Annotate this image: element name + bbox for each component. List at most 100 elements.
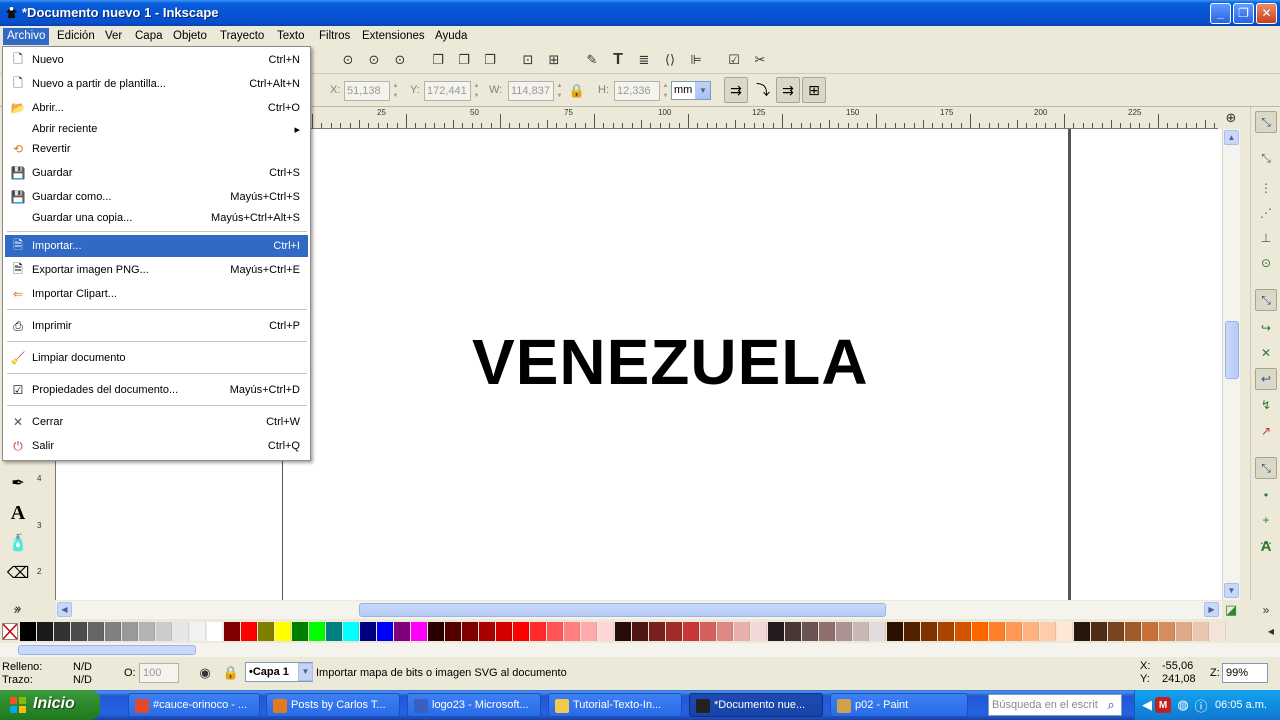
- align-distribute-icon[interactable]: ⊫: [686, 50, 706, 70]
- eraser-tool-icon[interactable]: ⌫: [6, 561, 30, 585]
- color-swatch[interactable]: [360, 622, 376, 641]
- snap-line-midpoints-icon[interactable]: ↗: [1255, 420, 1277, 442]
- snap-bbox-icon[interactable]: ⤡: [1255, 147, 1277, 169]
- h-spinner[interactable]: ▲ ▼: [661, 81, 670, 101]
- search-icon[interactable]: ⌕: [1101, 695, 1121, 715]
- clone-icon[interactable]: ❐: [454, 50, 474, 70]
- transform-gradient-icon[interactable]: ⇉: [776, 77, 800, 103]
- menu-item-abrir[interactable]: 📂 Abrir... Ctrl+O: [5, 97, 308, 119]
- transform-stroke-icon[interactable]: ⇉: [724, 77, 748, 103]
- color-swatch[interactable]: [989, 622, 1005, 641]
- menu-trayecto[interactable]: Trayecto: [216, 28, 268, 45]
- color-swatch[interactable]: [836, 622, 852, 641]
- taskbar-item-paint[interactable]: p02 - Paint: [830, 693, 968, 717]
- color-swatch[interactable]: [785, 622, 801, 641]
- color-swatch[interactable]: [122, 622, 138, 641]
- color-swatch[interactable]: [955, 622, 971, 641]
- h-field[interactable]: 12,336: [614, 81, 660, 101]
- taskbar-item-folder[interactable]: Tutorial-Texto-In...: [548, 693, 682, 717]
- text-tool-icon[interactable]: A: [6, 501, 30, 525]
- toolbox-overflow-icon[interactable]: »: [7, 601, 27, 619]
- color-swatch[interactable]: [105, 622, 121, 641]
- snap-bbox-center-icon[interactable]: ⊙: [1255, 252, 1277, 274]
- color-swatch[interactable]: [207, 622, 223, 641]
- color-swatch[interactable]: [343, 622, 359, 641]
- snap-others-icon[interactable]: ⤡: [1255, 457, 1277, 479]
- color-swatch[interactable]: [513, 622, 529, 641]
- scroll-down-icon[interactable]: ▼: [1224, 583, 1239, 598]
- tray-arrow-icon[interactable]: ◀: [1137, 695, 1157, 715]
- color-swatch[interactable]: [938, 622, 954, 641]
- menu-extensiones[interactable]: Extensiones: [358, 28, 429, 45]
- menu-item-limpiar[interactable]: 🧹 Limpiar documento: [5, 347, 308, 369]
- taskbar-item-firefox[interactable]: Posts by Carlos T...: [266, 693, 400, 717]
- fill-stroke-icon[interactable]: ✎: [582, 50, 602, 70]
- y-field[interactable]: 172,441: [424, 81, 471, 101]
- color-swatch[interactable]: [598, 622, 614, 641]
- zoom-drawing-icon[interactable]: ⊙: [364, 50, 384, 70]
- unlink-clone-icon[interactable]: ❐: [480, 50, 500, 70]
- snap-cusp-nodes-icon[interactable]: ↩: [1255, 368, 1277, 390]
- color-swatch[interactable]: [71, 622, 87, 641]
- color-swatch[interactable]: [394, 622, 410, 641]
- zoom-selection-icon[interactable]: ⊙: [338, 50, 358, 70]
- color-swatch[interactable]: [156, 622, 172, 641]
- snap-bbox-corner-icon[interactable]: ⋰: [1255, 202, 1277, 224]
- eye-visibility-icon[interactable]: ◉: [195, 663, 215, 683]
- color-swatch[interactable]: [853, 622, 869, 641]
- color-swatch[interactable]: [1074, 622, 1090, 641]
- transform-corners-icon[interactable]: ⤵: [751, 77, 775, 103]
- menu-filtros[interactable]: Filtros: [315, 28, 354, 45]
- color-manage-icon[interactable]: ◪: [1222, 601, 1240, 619]
- color-swatch[interactable]: [275, 622, 291, 641]
- color-swatch[interactable]: [666, 622, 682, 641]
- color-swatch[interactable]: [292, 622, 308, 641]
- palette-scroll-thumb[interactable]: [18, 645, 196, 655]
- spray-tool-icon[interactable]: 🧴: [6, 531, 30, 555]
- layer-lock-icon[interactable]: 🔒: [221, 663, 241, 683]
- color-swatch[interactable]: [224, 622, 240, 641]
- menu-item-guardar-copia[interactable]: Guardar una copia... Mayús+Ctrl+Alt+S: [5, 207, 308, 229]
- snapbar-overflow-icon[interactable]: »: [1256, 601, 1276, 619]
- menu-item-nuevo-plantilla[interactable]: 🗋 Nuevo a partir de plantilla... Ctrl+Al…: [5, 73, 308, 95]
- color-swatch[interactable]: [751, 622, 767, 641]
- color-swatch[interactable]: [972, 622, 988, 641]
- text-font-icon[interactable]: T: [608, 50, 628, 70]
- color-swatch[interactable]: [37, 622, 53, 641]
- color-swatch[interactable]: [1023, 622, 1039, 641]
- menu-objeto[interactable]: Objeto: [169, 28, 211, 45]
- menu-item-abrir-reciente[interactable]: Abrir reciente ▸: [5, 118, 308, 140]
- menu-item-importar[interactable]: 🗎 Importar... Ctrl+I: [5, 235, 308, 257]
- palette-menu-icon[interactable]: ◀: [1262, 622, 1280, 641]
- lock-icon[interactable]: 🔒: [567, 81, 587, 101]
- color-swatch[interactable]: [921, 622, 937, 641]
- color-swatch[interactable]: [887, 622, 903, 641]
- inkscape-preferences-icon[interactable]: ✂: [750, 50, 770, 70]
- horizontal-scroll-thumb[interactable]: [359, 603, 886, 617]
- color-swatch[interactable]: [683, 622, 699, 641]
- menu-edicion[interactable]: Edición: [53, 28, 99, 45]
- color-swatch[interactable]: [700, 622, 716, 641]
- taskbar-item-inkscape[interactable]: *Documento nue...: [689, 693, 823, 717]
- menu-item-importar-clipart[interactable]: ⇐ Importar Clipart...: [5, 283, 308, 305]
- snap-enable-icon[interactable]: ⤡: [1255, 111, 1277, 133]
- menu-item-propiedades[interactable]: ☑ Propiedades del documento... Mayús+Ctr…: [5, 379, 308, 401]
- y-spinner[interactable]: ▲ ▼: [472, 81, 481, 101]
- menu-capa[interactable]: Capa: [131, 28, 167, 45]
- color-swatch[interactable]: [530, 622, 546, 641]
- color-swatch[interactable]: [1006, 622, 1022, 641]
- color-swatch[interactable]: [1193, 622, 1209, 641]
- snap-bbox-midpoint-icon[interactable]: ⊥: [1255, 227, 1277, 249]
- color-swatch[interactable]: [496, 622, 512, 641]
- zoom-corner-icon[interactable]: ⊕: [1222, 108, 1240, 128]
- color-swatch[interactable]: [904, 622, 920, 641]
- color-swatch[interactable]: [564, 622, 580, 641]
- menu-ver[interactable]: Ver: [101, 28, 126, 45]
- duplicate-icon[interactable]: ❐: [428, 50, 448, 70]
- network-icon[interactable]: ◍: [1173, 695, 1193, 715]
- vertical-scroll-thumb[interactable]: [1225, 321, 1239, 379]
- scroll-left-icon[interactable]: ◀: [57, 602, 72, 617]
- color-swatch[interactable]: [377, 622, 393, 641]
- color-swatch[interactable]: [54, 622, 70, 641]
- calligraphy-tool-icon[interactable]: ✒: [6, 471, 30, 495]
